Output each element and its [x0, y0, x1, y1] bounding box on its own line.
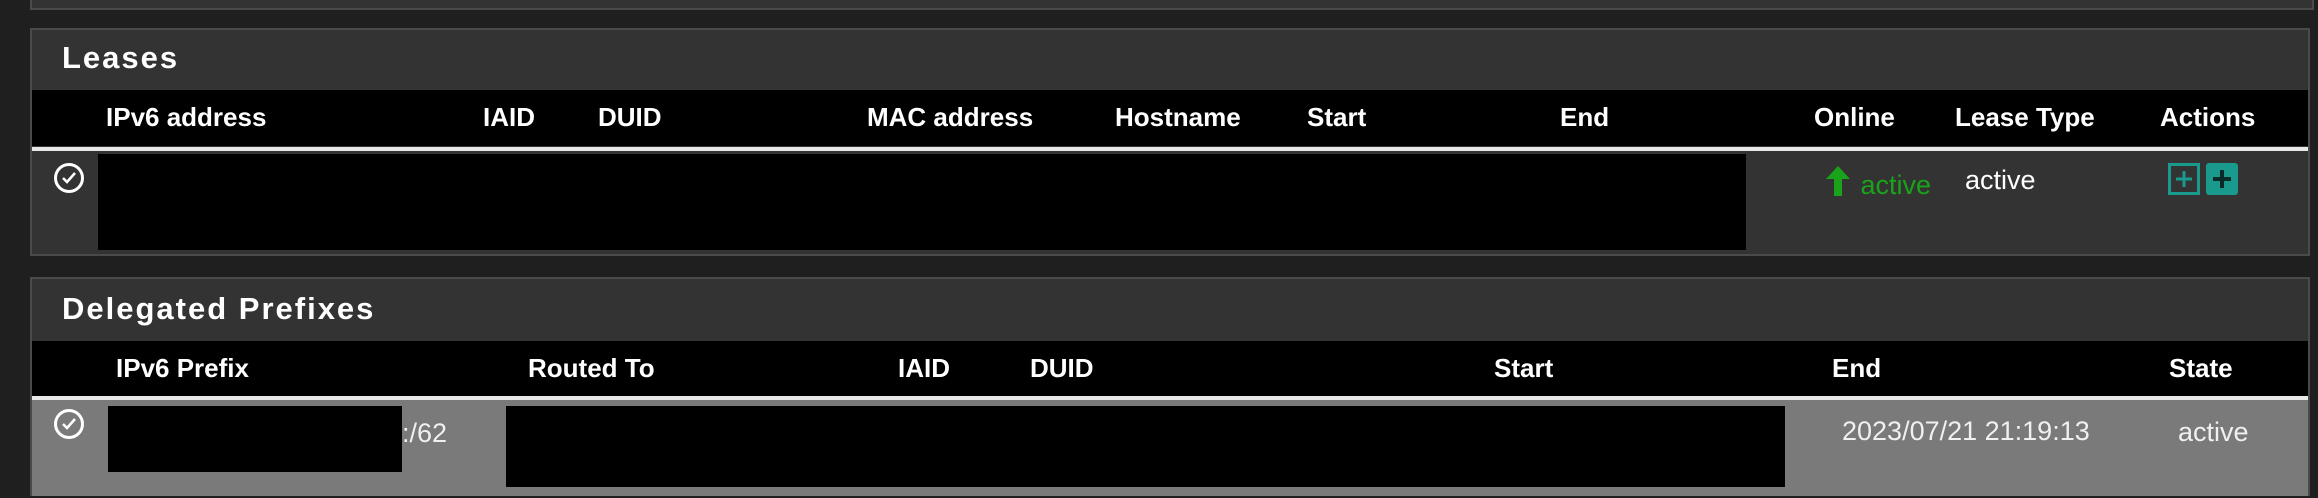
prefix-state: active — [2178, 417, 2249, 447]
arrow-up-icon — [1826, 166, 1850, 196]
col-actions: Actions — [2160, 102, 2256, 132]
add-static-mapping-icon[interactable] — [2168, 163, 2200, 195]
col-duid[interactable]: DUID — [598, 102, 662, 133]
col-iaid[interactable]: IAID — [898, 353, 950, 384]
col-state[interactable]: State — [2169, 353, 2233, 384]
prefix-end: 2023/07/21 21:19:13 — [1842, 416, 2090, 446]
redacted-lease-details — [98, 154, 1746, 250]
col-ipv6-address[interactable]: IPv6 address — [106, 102, 266, 133]
leases-title: Leases — [62, 40, 180, 75]
col-duid[interactable]: DUID — [1030, 353, 1094, 384]
prefixes-table-header: IPv6 Prefix Routed To IAID DUID Start En… — [32, 341, 2308, 396]
col-end[interactable]: End — [1560, 102, 1609, 133]
col-mac-address[interactable]: MAC address — [867, 102, 1033, 133]
col-lease-type[interactable]: Lease Type — [1955, 102, 2095, 133]
delegated-prefixes-title: Delegated Prefixes — [62, 291, 376, 326]
online-status-text: active — [1860, 170, 1932, 200]
col-online[interactable]: Online — [1814, 102, 1895, 133]
check-circle-icon — [54, 163, 84, 193]
leases-panel: Leases IPv6 address IAID DUID MAC addres… — [30, 28, 2310, 256]
prefix-length: :/62 — [402, 418, 448, 448]
col-routed-to[interactable]: Routed To — [528, 353, 655, 384]
lease-type: active — [1965, 165, 2036, 195]
col-end[interactable]: End — [1832, 353, 1881, 384]
delegated-prefixes-panel: Delegated Prefixes IPv6 Prefix Routed To… — [30, 277, 2310, 496]
table-row[interactable]: :/62 2023/07/21 21:19:13 active — [32, 400, 2308, 496]
add-static-mapping-solid-icon[interactable] — [2206, 163, 2238, 195]
previous-panel-edge — [30, 0, 2314, 10]
col-hostname[interactable]: Hostname — [1115, 102, 1241, 133]
redacted-prefix — [108, 406, 402, 472]
col-iaid[interactable]: IAID — [483, 102, 535, 133]
leases-table-header: IPv6 address IAID DUID MAC address Hostn… — [32, 90, 2308, 146]
redacted-routed-to-iaid-duid-start — [506, 406, 1785, 487]
col-start[interactable]: Start — [1494, 353, 1553, 384]
leases-header-divider — [32, 147, 2308, 151]
check-circle-icon — [54, 409, 84, 439]
online-status: active — [1823, 164, 1931, 201]
col-start[interactable]: Start — [1307, 102, 1366, 133]
col-ipv6-prefix[interactable]: IPv6 Prefix — [116, 353, 249, 384]
